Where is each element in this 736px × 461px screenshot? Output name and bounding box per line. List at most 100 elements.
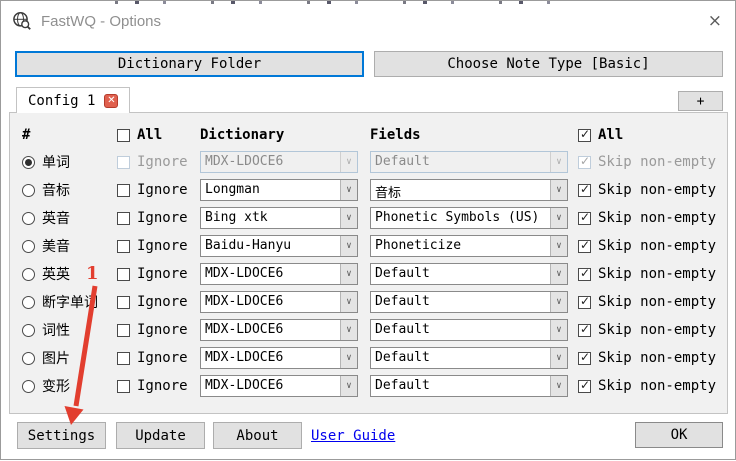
chevron-down-icon xyxy=(340,152,357,172)
dictionary-select[interactable]: Bing xtk xyxy=(200,207,358,229)
dictionary-select[interactable]: MDX-LDOCE6 xyxy=(200,319,358,341)
word-type-label: 词性 xyxy=(42,323,70,339)
skip-non-empty-checkbox[interactable] xyxy=(578,238,592,253)
skip-non-empty-checkbox[interactable] xyxy=(578,294,592,309)
add-tab-button[interactable]: + xyxy=(678,91,723,111)
ignore-label: Ignore xyxy=(137,238,188,254)
ignore-label: Ignore xyxy=(137,210,188,226)
ignore-checkbox[interactable] xyxy=(117,239,130,253)
skip-non-empty-checkbox[interactable] xyxy=(578,182,592,197)
choose-note-type-button[interactable]: Choose Note Type [Basic] xyxy=(374,51,723,77)
tab-label: Config 1 xyxy=(28,92,96,109)
skip-non-empty-checkbox[interactable] xyxy=(578,154,592,169)
word-type-radio[interactable] xyxy=(22,295,35,309)
word-type-radio[interactable] xyxy=(22,155,35,169)
dictionary-value: MDX-LDOCE6 xyxy=(205,294,284,309)
fields-value: Default xyxy=(375,350,430,365)
all-ignore-checkbox[interactable] xyxy=(117,128,130,142)
ignore-checkbox[interactable] xyxy=(117,379,130,393)
fields-select[interactable]: 音标 xyxy=(370,179,568,201)
column-header-fields: Fields xyxy=(370,127,421,143)
dictionary-select[interactable]: MDX-LDOCE6 xyxy=(200,151,358,173)
chevron-down-icon xyxy=(550,180,567,200)
all-skip-checkbox[interactable] xyxy=(578,127,592,142)
close-icon[interactable]: × xyxy=(708,13,722,30)
word-type-radio[interactable] xyxy=(22,239,35,253)
table-header-row: # All Dictionary Fields All xyxy=(10,122,727,148)
chevron-down-icon xyxy=(550,236,567,256)
fields-value: Default xyxy=(375,322,430,337)
column-header-dictionary: Dictionary xyxy=(200,127,285,143)
skip-non-empty-label: Skip non-empty xyxy=(598,266,717,282)
chevron-down-icon xyxy=(550,152,567,172)
word-type-radio[interactable] xyxy=(22,267,35,281)
about-button[interactable]: About xyxy=(213,422,302,449)
word-type-label: 音标 xyxy=(42,183,70,199)
dictionary-select[interactable]: MDX-LDOCE6 xyxy=(200,263,358,285)
chevron-down-icon xyxy=(340,292,357,312)
chevron-down-icon xyxy=(340,208,357,228)
word-type-label: 图片 xyxy=(42,351,70,367)
ignore-checkbox[interactable] xyxy=(117,323,130,337)
ignore-checkbox[interactable] xyxy=(117,295,130,309)
chevron-down-icon xyxy=(340,348,357,368)
word-type-radio[interactable] xyxy=(22,379,35,393)
config-rows: 单词 Ignore MDX-LDOCE6 Default Skip non-em… xyxy=(10,148,727,400)
settings-button[interactable]: Settings xyxy=(17,422,106,449)
skip-non-empty-checkbox[interactable] xyxy=(578,266,592,281)
fields-select[interactable]: Default xyxy=(370,319,568,341)
chevron-down-icon xyxy=(550,376,567,396)
fastwq-globe-icon xyxy=(12,11,32,31)
ignore-label: Ignore xyxy=(137,266,188,282)
chevron-down-icon xyxy=(550,208,567,228)
tab-config-1[interactable]: Config 1 ✕ xyxy=(16,87,131,113)
skip-non-empty-checkbox[interactable] xyxy=(578,210,592,225)
chevron-down-icon xyxy=(340,320,357,340)
config-row: 美音 Ignore Baidu-Hanyu Phoneticize Skip n… xyxy=(10,232,727,260)
dictionary-value: Bing xtk xyxy=(205,210,268,225)
word-type-radio[interactable] xyxy=(22,351,35,365)
ignore-checkbox[interactable] xyxy=(117,155,130,169)
dictionary-select[interactable]: MDX-LDOCE6 xyxy=(200,375,358,397)
chevron-down-icon xyxy=(550,320,567,340)
user-guide-link[interactable]: User Guide xyxy=(311,428,395,444)
word-type-radio[interactable] xyxy=(22,183,35,197)
skip-non-empty-checkbox[interactable] xyxy=(578,350,592,365)
ok-button[interactable]: OK xyxy=(635,422,723,448)
dictionary-select[interactable]: MDX-LDOCE6 xyxy=(200,291,358,313)
dictionary-select[interactable]: Longman xyxy=(200,179,358,201)
word-type-label: 变形 xyxy=(42,379,70,395)
config-row: 单词 Ignore MDX-LDOCE6 Default Skip non-em… xyxy=(10,148,727,176)
ignore-checkbox[interactable] xyxy=(117,267,130,281)
fields-value: 音标 xyxy=(375,186,402,200)
fields-select[interactable]: Default xyxy=(370,263,568,285)
ignore-checkbox[interactable] xyxy=(117,351,130,365)
options-window: FastWQ - Options × Dictionary Folder Cho… xyxy=(0,0,736,460)
word-type-radio[interactable] xyxy=(22,323,35,337)
skip-non-empty-checkbox[interactable] xyxy=(578,322,592,337)
fields-value: Phonetic Symbols (US) xyxy=(375,210,540,225)
dictionary-select[interactable]: Baidu-Hanyu xyxy=(200,235,358,257)
column-header-all-left: All xyxy=(137,127,163,143)
word-type-label: 英英 xyxy=(42,267,70,283)
dictionary-value: Longman xyxy=(205,182,260,197)
fields-select[interactable]: Phonetic Symbols (US) xyxy=(370,207,568,229)
fields-select[interactable]: Phoneticize xyxy=(370,235,568,257)
fields-select[interactable]: Default xyxy=(370,291,568,313)
dictionary-select[interactable]: MDX-LDOCE6 xyxy=(200,347,358,369)
fields-select[interactable]: Default xyxy=(370,375,568,397)
skip-non-empty-label: Skip non-empty xyxy=(598,154,717,170)
chevron-down-icon xyxy=(340,264,357,284)
word-type-radio[interactable] xyxy=(22,211,35,225)
annotation-step-number: 1 xyxy=(86,263,99,284)
ignore-checkbox[interactable] xyxy=(117,211,130,225)
fields-select[interactable]: Default xyxy=(370,347,568,369)
window-title: FastWQ - Options xyxy=(41,12,162,30)
ignore-checkbox[interactable] xyxy=(117,183,130,197)
tab-close-icon[interactable]: ✕ xyxy=(104,93,119,108)
update-button[interactable]: Update xyxy=(116,422,205,449)
skip-non-empty-checkbox[interactable] xyxy=(578,378,592,393)
word-type-label: 英音 xyxy=(42,211,70,227)
fields-select[interactable]: Default xyxy=(370,151,568,173)
dictionary-folder-button[interactable]: Dictionary Folder xyxy=(15,51,364,77)
